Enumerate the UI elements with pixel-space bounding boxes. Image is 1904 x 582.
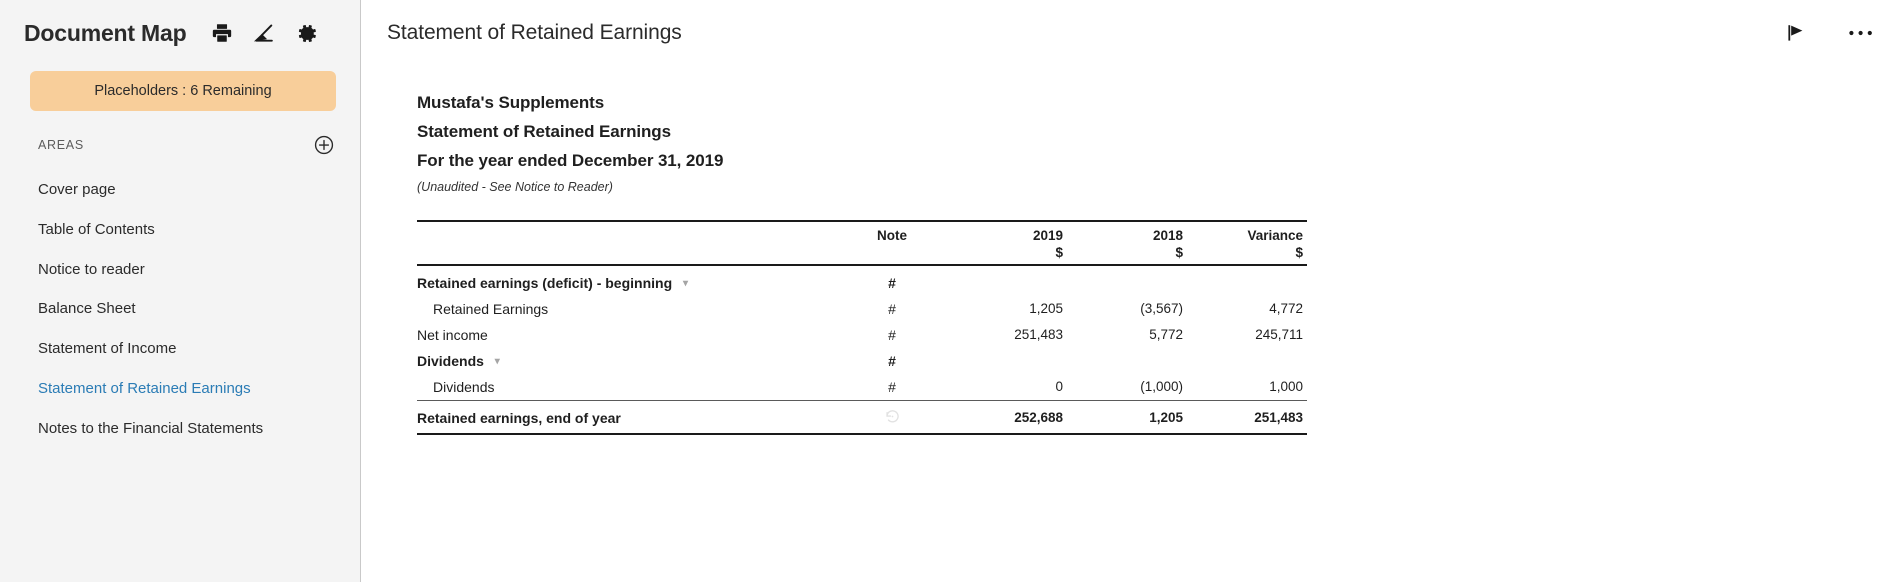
row-value-variance[interactable] bbox=[1187, 348, 1307, 374]
total-value-2018[interactable]: 1,205 bbox=[1067, 399, 1187, 433]
table-row[interactable]: Dividends # 0 (1,000) 1,000 bbox=[417, 374, 1307, 401]
row-value-2018[interactable]: 5,772 bbox=[1067, 322, 1187, 348]
areas-section-header: AREAS bbox=[38, 133, 336, 157]
currency-note-blank bbox=[837, 244, 947, 266]
sidebar-item-statement-of-retained-earnings[interactable]: Statement of Retained Earnings bbox=[0, 369, 360, 409]
print-icon[interactable] bbox=[211, 22, 233, 44]
document-title-block: Mustafa's Supplements Statement of Retai… bbox=[417, 94, 1904, 194]
app-root: Document Map Placeholders: 6 Remaining … bbox=[0, 0, 1904, 582]
row-value-variance[interactable]: 4,772 bbox=[1187, 296, 1307, 322]
sidebar-item-notes-to-the-financial-statements[interactable]: Notes to the Financial Statements bbox=[0, 409, 360, 449]
table-currency-row: $ $ $ bbox=[417, 244, 1307, 266]
row-note[interactable]: # bbox=[837, 265, 947, 296]
document-map-title: Document Map bbox=[24, 19, 187, 46]
placeholders-badge-label: Placeholders : 6 Remaining bbox=[94, 83, 272, 99]
sidebar-item-balance-sheet[interactable]: Balance Sheet bbox=[0, 289, 360, 329]
col-header-2018: 2018 bbox=[1152, 227, 1183, 243]
total-value-2019[interactable]: 252,688 bbox=[947, 399, 1067, 433]
history-icon[interactable] bbox=[884, 408, 901, 428]
total-note-cell bbox=[837, 399, 947, 433]
row-label: Retained earnings (deficit) - beginning bbox=[417, 274, 673, 291]
row-label: Dividends bbox=[417, 352, 484, 369]
table-row[interactable]: Retained earnings (deficit) - beginning … bbox=[417, 265, 1307, 296]
table-row[interactable]: Dividends ▾ # bbox=[417, 348, 1307, 374]
sidebar-header: Document Map bbox=[0, 0, 360, 52]
currency-2019: $ bbox=[947, 244, 1067, 266]
page-title: Statement of Retained Earnings bbox=[387, 21, 682, 44]
col-header-blank bbox=[417, 228, 837, 245]
document-map-sidebar: Document Map Placeholders: 6 Remaining … bbox=[0, 0, 361, 582]
sidebar-item-notice-to-reader[interactable]: Notice to reader bbox=[0, 250, 360, 290]
edit-pen-icon[interactable] bbox=[253, 22, 275, 44]
row-value-2018[interactable] bbox=[1067, 348, 1187, 374]
row-note[interactable]: # bbox=[837, 374, 947, 401]
total-label: Retained earnings, end of year bbox=[417, 409, 621, 426]
row-label-cell: Dividends ▾ bbox=[417, 348, 837, 374]
total-value-variance[interactable]: 251,483 bbox=[1187, 399, 1307, 433]
row-label-cell: Retained Earnings bbox=[417, 296, 837, 322]
row-value-variance[interactable] bbox=[1187, 265, 1307, 296]
sidebar-item-table-of-contents[interactable]: Table of Contents bbox=[0, 210, 360, 250]
row-label-cell: Dividends bbox=[417, 374, 837, 401]
row-value-2019[interactable] bbox=[947, 265, 1067, 296]
row-note[interactable]: # bbox=[837, 296, 947, 322]
gear-icon[interactable] bbox=[295, 22, 318, 45]
statement-name: Statement of Retained Earnings bbox=[417, 122, 671, 141]
period-label: For the year ended December 31, 2019 bbox=[417, 151, 724, 170]
table-row[interactable]: Net income # 251,483 5,772 245,711 bbox=[417, 322, 1307, 348]
retained-earnings-table: Note 2019 2018 Variance $ $ $ Retained e… bbox=[417, 219, 1307, 433]
chevron-down-icon[interactable]: ▾ bbox=[495, 356, 500, 367]
table-total-row[interactable]: Retained earnings, end of year 252,688 1… bbox=[417, 399, 1307, 433]
row-note[interactable]: # bbox=[837, 348, 947, 374]
row-label: Retained Earnings bbox=[433, 300, 549, 317]
table-head: Note 2019 2018 Variance $ $ $ bbox=[417, 219, 1307, 266]
flag-icon[interactable] bbox=[1784, 21, 1808, 45]
main-header-actions bbox=[1784, 21, 1874, 45]
col-header-variance: Variance bbox=[1247, 227, 1303, 243]
total-label-cell: Retained earnings, end of year bbox=[417, 399, 837, 433]
row-value-2019[interactable]: 1,205 bbox=[947, 296, 1067, 322]
audit-note: (Unaudited - See Notice to Reader) bbox=[417, 180, 613, 194]
row-label-cell: Net income bbox=[417, 322, 837, 348]
add-area-icon[interactable] bbox=[312, 133, 336, 157]
main-header: Statement of Retained Earnings bbox=[361, 0, 1904, 66]
row-label: Net income bbox=[417, 326, 488, 343]
sidebar-toolbar bbox=[211, 22, 318, 45]
sidebar-item-cover-page[interactable]: Cover page bbox=[0, 170, 360, 210]
table-header-row: Note 2019 2018 Variance bbox=[417, 228, 1307, 245]
row-value-2019[interactable]: 251,483 bbox=[947, 322, 1067, 348]
currency-blank bbox=[417, 244, 837, 266]
document-body: Mustafa's Supplements Statement of Retai… bbox=[361, 66, 1904, 435]
row-label: Dividends bbox=[433, 378, 495, 395]
chevron-down-icon[interactable]: ▾ bbox=[683, 278, 688, 289]
more-options-icon[interactable] bbox=[1848, 29, 1874, 37]
areas-nav-list: Cover page Table of Contents Notice to r… bbox=[0, 170, 360, 448]
table-bottom-rule bbox=[417, 432, 1307, 435]
col-header-2019: 2019 bbox=[1032, 227, 1063, 243]
col-header-note: Note bbox=[877, 227, 907, 243]
row-value-2019[interactable] bbox=[947, 348, 1067, 374]
table-body: Retained earnings (deficit) - beginning … bbox=[417, 265, 1307, 433]
main-panel: Statement of Retained Earnings Mustafa's… bbox=[361, 0, 1904, 582]
currency-variance: $ bbox=[1187, 244, 1307, 266]
table-row[interactable]: Retained Earnings # 1,205 (3,567) 4,772 bbox=[417, 296, 1307, 322]
row-value-2019[interactable]: 0 bbox=[947, 374, 1067, 401]
placeholders-badge[interactable]: Placeholders : 6 Remaining bbox=[30, 71, 336, 111]
company-name: Mustafa's Supplements bbox=[417, 93, 605, 112]
row-note[interactable]: # bbox=[837, 322, 947, 348]
row-value-2018[interactable]: (1,000) bbox=[1067, 374, 1187, 401]
currency-2018: $ bbox=[1067, 244, 1187, 266]
row-value-2018[interactable] bbox=[1067, 265, 1187, 296]
row-value-2018[interactable]: (3,567) bbox=[1067, 296, 1187, 322]
row-label-cell: Retained earnings (deficit) - beginning … bbox=[417, 265, 837, 296]
areas-label: AREAS bbox=[38, 138, 84, 152]
row-value-variance[interactable]: 1,000 bbox=[1187, 374, 1307, 401]
row-value-variance[interactable]: 245,711 bbox=[1187, 322, 1307, 348]
sidebar-item-statement-of-income[interactable]: Statement of Income bbox=[0, 329, 360, 369]
table-top-rule bbox=[417, 219, 1307, 228]
